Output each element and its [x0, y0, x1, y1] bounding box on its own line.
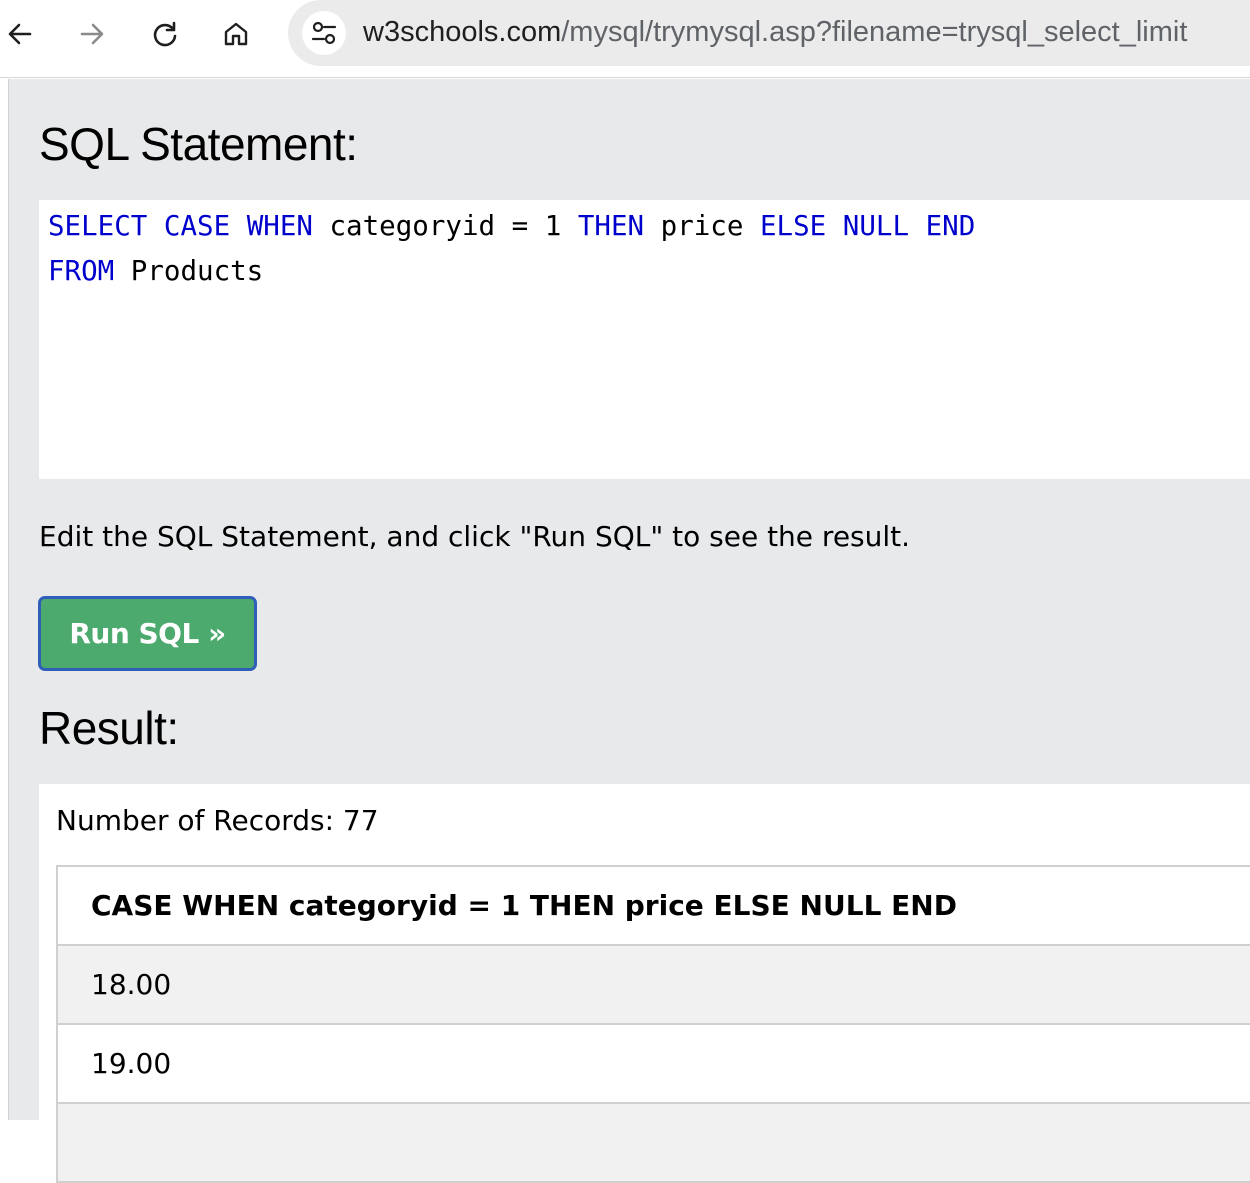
sql-statement-heading: SQL Statement: [39, 118, 358, 170]
sql-keyword: FROM [48, 255, 115, 287]
address-bar[interactable]: w3schools.com/mysql/trymysql.asp?filenam… [288, 0, 1250, 66]
sql-keyword: END [925, 210, 976, 242]
table-cell: 19.00 [91, 1047, 172, 1080]
browser-toolbar: w3schools.com/mysql/trymysql.asp?filenam… [0, 0, 1250, 78]
table-row: 19.00 [58, 1025, 1250, 1104]
sql-keyword: CASE [163, 210, 231, 242]
sql-keyword: WHEN [246, 210, 313, 242]
sql-token: categoryid = 1 [312, 210, 578, 242]
table-header-cell: CASE WHEN categoryid = 1 THEN price ELSE… [91, 889, 957, 922]
sql-keyword: ELSE [759, 210, 827, 242]
arrow-left-icon [8, 23, 32, 45]
arrow-right-icon [80, 23, 104, 45]
forward-button[interactable] [72, 14, 112, 54]
code-line-2: FROM Products [48, 255, 263, 287]
sql-keyword: NULL [842, 210, 910, 242]
table-row [58, 1104, 1250, 1183]
sql-keyword: THEN [577, 210, 645, 242]
reload-icon [153, 21, 177, 47]
page-content: SQL Statement: SELECT CASE WHEN category… [8, 79, 1250, 1183]
result-heading: Result: [39, 702, 179, 754]
result-table: CASE WHEN categoryid = 1 THEN price ELSE… [56, 865, 1250, 1183]
table-header-row: CASE WHEN categoryid = 1 THEN price ELSE… [58, 867, 1250, 946]
site-info-button[interactable] [302, 11, 346, 55]
home-button[interactable] [216, 14, 256, 54]
table-row: 18.00 [58, 946, 1250, 1025]
records-count: Number of Records: 77 [56, 804, 379, 837]
url-domain: w3schools.com [363, 16, 562, 48]
table-cell: 18.00 [91, 968, 172, 1001]
run-sql-button[interactable]: Run SQL » [38, 596, 257, 671]
home-icon [224, 22, 248, 46]
result-panel: Number of Records: 77 CASE WHEN category… [39, 784, 1250, 1183]
back-button[interactable] [0, 14, 40, 54]
instruction-text: Edit the SQL Statement, and click "Run S… [39, 520, 911, 553]
url-path: /mysql/trymysql.asp?filename=trysql_sele… [561, 16, 1188, 48]
tune-icon [311, 21, 337, 45]
code-line-1: SELECT CASE WHEN categoryid = 1 THEN pri… [48, 210, 975, 242]
sql-editor[interactable]: SELECT CASE WHEN categoryid = 1 THEN pri… [39, 200, 1250, 479]
sql-token: Products [114, 255, 264, 287]
url-text[interactable]: w3schools.com/mysql/trymysql.asp?filenam… [363, 14, 1187, 50]
reload-button[interactable] [145, 14, 185, 54]
sql-token: price [644, 210, 760, 242]
sql-keyword: SELECT [48, 210, 148, 242]
